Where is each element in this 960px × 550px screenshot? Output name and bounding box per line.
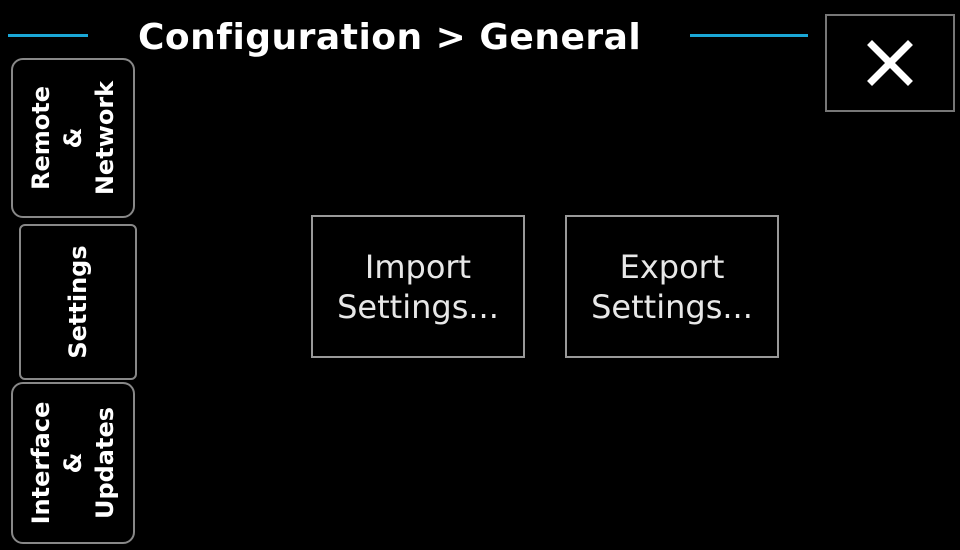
import-settings-button[interactable]: Import Settings... [311, 215, 525, 358]
button-label-line: Settings... [591, 287, 753, 326]
tab-settings[interactable]: Settings [19, 224, 137, 380]
header-accent-line-right [690, 34, 808, 37]
tab-label-line: & [59, 127, 87, 149]
close-icon [867, 40, 913, 86]
tab-label-line: Updates [91, 406, 119, 520]
header-accent-line-left [8, 34, 88, 37]
tab-label: Interface & Updates [25, 402, 121, 525]
tab-label-line: Remote [27, 85, 55, 191]
tab-label-line: Settings [64, 245, 92, 359]
tab-interface-updates[interactable]: Interface & Updates [11, 382, 135, 544]
close-button[interactable] [825, 14, 955, 112]
export-settings-button[interactable]: Export Settings... [565, 215, 779, 358]
tab-label: Remote & Network [25, 81, 121, 195]
tab-label-line: & [59, 452, 87, 474]
tab-label: Settings [62, 245, 94, 358]
tab-label-line: Network [91, 80, 119, 196]
tab-remote-network[interactable]: Remote & Network [11, 58, 135, 218]
button-label-line: Import [364, 247, 472, 286]
button-label-line: Settings... [337, 287, 499, 326]
tab-label-line: Interface [27, 401, 55, 525]
button-label-line: Export [619, 247, 725, 286]
page-title: Configuration > General [138, 17, 642, 58]
